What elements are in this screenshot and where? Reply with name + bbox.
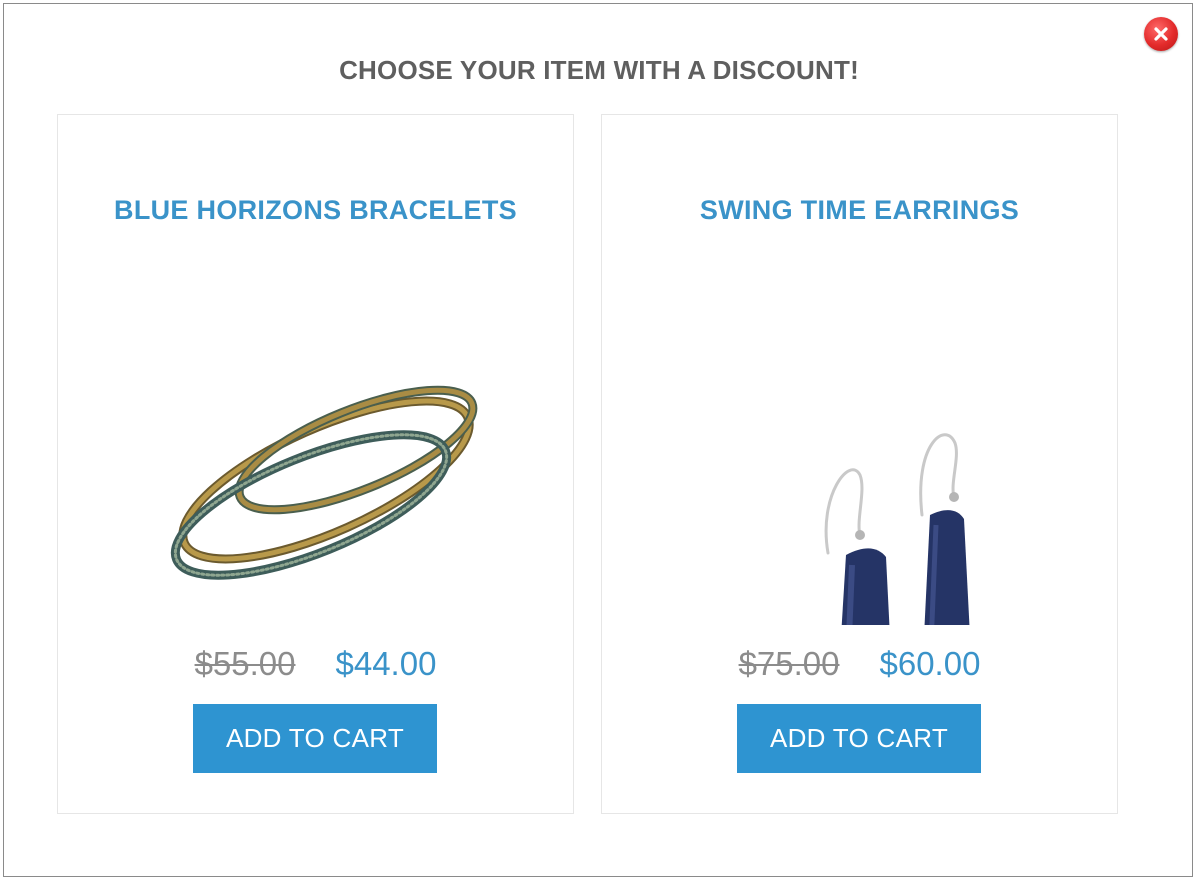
original-price: $55.00 xyxy=(194,645,296,682)
close-icon[interactable] xyxy=(1144,17,1178,51)
discount-price: $60.00 xyxy=(879,645,981,682)
discount-price: $44.00 xyxy=(335,645,437,682)
product-title[interactable]: BLUE HORIZONS BRACELETS xyxy=(58,195,573,226)
price-row: $55.00 $44.00 xyxy=(58,645,573,683)
earrings-image[interactable] xyxy=(660,325,1060,625)
original-price: $75.00 xyxy=(738,645,840,682)
product-title[interactable]: SWING TIME EARRINGS xyxy=(602,195,1117,226)
add-to-cart-button[interactable]: ADD TO CART xyxy=(193,704,437,773)
bracelets-image[interactable] xyxy=(116,325,516,625)
price-row: $75.00 $60.00 xyxy=(602,645,1117,683)
modal-title: CHOOSE YOUR ITEM WITH A DISCOUNT! xyxy=(339,55,859,85)
product-card-earrings: SWING TIME EARRINGS $75.00 $60.00 ADD TO… xyxy=(601,114,1118,814)
product-card-bracelets: BLUE HORIZONS BRACELETS $55.00 $44.00 AD… xyxy=(57,114,574,814)
add-to-cart-button[interactable]: ADD TO CART xyxy=(737,704,981,773)
